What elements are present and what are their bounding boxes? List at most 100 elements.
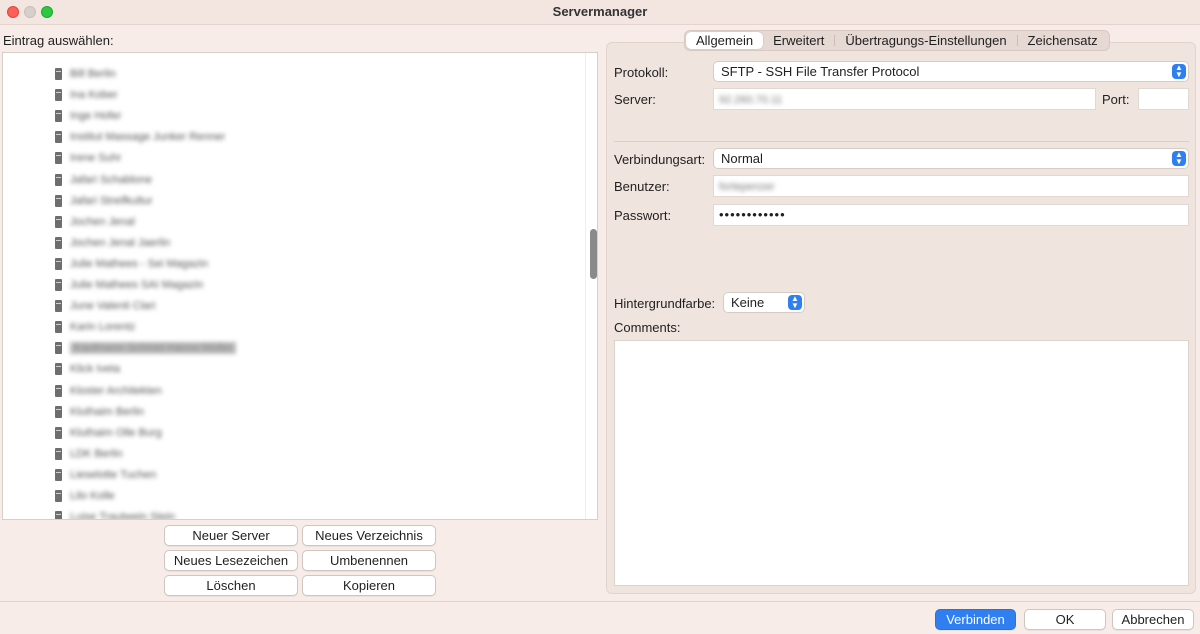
protocol-select[interactable]: SFTP - SSH File Transfer Protocol ▲ ▼	[713, 61, 1189, 82]
section-divider	[614, 141, 1189, 142]
tree-item-label: June Valenti Clari	[70, 300, 156, 313]
server-icon	[55, 257, 62, 270]
new-bookmark-button[interactable]: Neues Lesezeichen	[164, 550, 298, 571]
tree-item-label: Lilo Kolle	[70, 490, 115, 502]
tree-item[interactable]: Lilo Kolle	[55, 487, 115, 505]
tree-item-label: Jafari Schablone	[70, 173, 152, 186]
footer-divider	[0, 601, 1200, 602]
server-icon	[55, 342, 62, 355]
server-icon	[55, 194, 62, 207]
server-icon	[55, 152, 62, 165]
tree-item-label: Jochen Jenal	[70, 215, 135, 228]
tree-item[interactable]: Jafari Streifkultur	[55, 192, 153, 210]
cancel-button[interactable]: Abbrechen	[1112, 609, 1194, 630]
server-icon	[55, 68, 62, 80]
server-icon	[55, 300, 62, 313]
tree-item-label: Klick Iveta	[70, 363, 121, 376]
tree-item[interactable]: Julie Mathees - Sei Magazin	[55, 255, 208, 273]
tree-item[interactable]: Luise Trautwein Stein	[55, 508, 176, 520]
bgcolor-value: Keine	[731, 295, 765, 310]
server-icon	[55, 490, 62, 502]
tree-item-label: Kaufmann Schmid Hanno Müller	[70, 342, 237, 355]
tree-item[interactable]: Irene Suhr	[55, 149, 121, 167]
tree-item[interactable]: Ina Kober	[55, 86, 118, 104]
password-input[interactable]: ••••••••••••	[713, 204, 1189, 226]
tree-item-label: Institut Massage Junker Renner	[70, 131, 226, 144]
title-bar: Servermanager	[0, 0, 1200, 25]
tree-item[interactable]: Jochen Jenal Jaerlin	[55, 234, 170, 252]
tree-item[interactable]: June Valenti Clari	[55, 297, 155, 315]
entry-select-label: Eintrag auswählen:	[3, 33, 114, 48]
bgcolor-label: Hintergrundfarbe:	[614, 296, 716, 311]
tree-item-label: Karin Lorentz	[70, 321, 136, 334]
tree-item[interactable]: Inge Hofer	[55, 107, 121, 125]
tree-item[interactable]: LDK Berlin	[55, 445, 123, 463]
server-input[interactable]: 92.260.70.11	[713, 88, 1096, 110]
port-input[interactable]	[1138, 88, 1189, 110]
tree-item[interactable]: Jochen Jenal	[55, 213, 135, 231]
server-icon	[55, 110, 62, 123]
user-value: fortepenzer	[719, 181, 775, 193]
tree-item-label: Lieselotte Tuchen	[70, 468, 157, 481]
tree-item-label: Kluthaim Olle Burg	[70, 426, 162, 439]
protocol-label: Protokoll:	[614, 65, 669, 80]
server-icon	[55, 236, 62, 249]
connection-type-select[interactable]: Normal ▲ ▼	[713, 148, 1189, 169]
tree-item[interactable]: Kluthaim Olle Burg	[55, 424, 162, 442]
tree-item[interactable]: Jafari Schablone	[55, 171, 152, 189]
tree-item-label: Irene Suhr	[70, 152, 122, 165]
window-title: Servermanager	[552, 4, 648, 19]
user-input[interactable]: fortepenzer	[713, 175, 1189, 197]
server-value: 92.260.70.11	[719, 94, 783, 106]
rename-button[interactable]: Umbenennen	[302, 550, 436, 571]
tree-item[interactable]: Klick Iveta	[55, 360, 120, 378]
tree-item[interactable]: Kaufmann Schmid Hanno Müller	[55, 339, 237, 357]
copy-button[interactable]: Kopieren	[302, 575, 436, 596]
tab-general[interactable]: Allgemein	[686, 32, 764, 49]
tree-item[interactable]: Lieselotte Tuchen	[55, 466, 156, 484]
chevron-updown-icon: ▲ ▼	[1172, 64, 1186, 79]
tree-item-label: Julie Mathees - Sei Magazin	[70, 257, 209, 270]
tab-bar: Allgemein Erweitert Übertragungs-Einstel…	[684, 30, 1110, 51]
tree-item-label: Luise Trautwein Stein	[70, 511, 176, 520]
chevron-updown-icon: ▲ ▼	[788, 295, 802, 310]
comments-label: Comments:	[614, 320, 681, 335]
tree-item[interactable]: Julie Mathees SAI Magazin	[55, 276, 203, 294]
server-icon	[55, 321, 62, 334]
protocol-value: SFTP - SSH File Transfer Protocol	[721, 64, 920, 79]
tree-item[interactable]: Kluthaim Berlin	[55, 403, 144, 421]
chevron-updown-icon: ▲ ▼	[1172, 151, 1186, 166]
new-folder-button[interactable]: Neues Verzeichnis	[302, 525, 436, 546]
comments-textarea[interactable]	[614, 340, 1189, 586]
delete-button[interactable]: Löschen	[164, 575, 298, 596]
server-tree[interactable]: Bill Berlin Ina Kober Inge Hofer Institut M…	[2, 52, 598, 520]
connection-type-label: Verbindungsart:	[614, 152, 706, 167]
tree-scrollbar[interactable]	[585, 53, 597, 519]
tree-item[interactable]: Kloster Architekten	[55, 382, 162, 400]
tree-item-label: Jafari Streifkultur	[70, 194, 153, 207]
tree-scrollbar-thumb[interactable]	[590, 229, 597, 279]
ok-button[interactable]: OK	[1024, 609, 1106, 630]
tree-item[interactable]: Karin Lorentz	[55, 318, 135, 336]
bgcolor-select[interactable]: Keine ▲ ▼	[723, 292, 805, 313]
tab-charset[interactable]: Zeichensatz	[1018, 32, 1108, 49]
tree-item[interactable]: Institut Massage Junker Renner	[55, 128, 225, 146]
server-icon	[55, 384, 62, 397]
server-icon	[55, 405, 62, 418]
tree-item-label: Bill Berlin	[70, 68, 116, 80]
server-label: Server:	[614, 92, 656, 107]
tree-item-label: Julie Mathees SAI Magazin	[70, 279, 204, 291]
server-icon	[55, 426, 62, 439]
server-icon	[55, 511, 62, 519]
server-icon	[55, 363, 62, 376]
tree-item-label: Kluthaim Berlin	[70, 405, 144, 418]
tree-item[interactable]: Bill Berlin	[55, 65, 116, 83]
tree-item-label: Kloster Architekten	[70, 384, 162, 397]
tab-advanced[interactable]: Erweitert	[763, 32, 834, 49]
tree-item-label: Ina Kober	[70, 89, 118, 102]
new-server-button[interactable]: Neuer Server	[164, 525, 298, 546]
port-label: Port:	[1102, 92, 1130, 107]
tab-transfer-settings[interactable]: Übertragungs-Einstellungen	[835, 32, 1016, 49]
server-icon	[55, 447, 62, 460]
connect-button[interactable]: Verbinden	[935, 609, 1016, 630]
